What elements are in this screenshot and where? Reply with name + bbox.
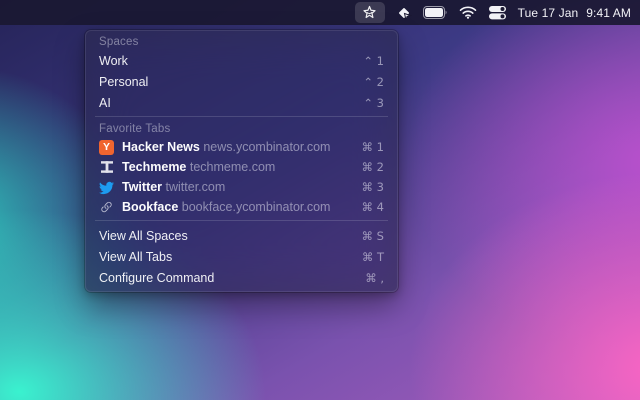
menu-item-space-work[interactable]: Work ⌃ 1 xyxy=(85,50,398,71)
tab-name: Hacker News xyxy=(122,140,200,154)
arc-menubar-button[interactable] xyxy=(355,2,385,23)
menubar-date[interactable]: Tue 17 Jan xyxy=(518,6,579,20)
shortcut-hint: ⌃ 2 xyxy=(363,75,384,89)
menu-item-view-all-spaces[interactable]: View All Spaces ⌘ S xyxy=(85,225,398,246)
tab-name: Twitter xyxy=(122,180,162,194)
action-label: Configure Command xyxy=(99,271,365,285)
action-label: View All Spaces xyxy=(99,229,362,243)
control-center-icon[interactable] xyxy=(488,5,507,20)
shortcut-hint: ⌘ T xyxy=(362,250,384,264)
menu-item-tab-twitter[interactable]: Twitter twitter.com ⌘ 3 xyxy=(85,177,398,197)
menu-item-view-all-tabs[interactable]: View All Tabs ⌘ T xyxy=(85,246,398,267)
techmeme-favicon xyxy=(99,160,114,175)
space-label: Work xyxy=(99,54,363,68)
menu-item-tab-techmeme[interactable]: Techmeme techmeme.com ⌘ 2 xyxy=(85,157,398,177)
tab-name: Bookface xyxy=(122,200,178,214)
hacker-news-favicon: Y xyxy=(99,140,114,155)
wifi-icon[interactable] xyxy=(459,6,477,19)
menu-item-space-personal[interactable]: Personal ⌃ 2 xyxy=(85,71,398,92)
shortcut-hint: ⌃ 1 xyxy=(363,54,384,68)
space-label: AI xyxy=(99,96,363,110)
shortcut-hint: ⌘ 2 xyxy=(362,160,384,174)
shortcut-hint: ⌘ , xyxy=(365,271,384,285)
tab-domain: twitter.com xyxy=(166,180,226,194)
spaces-section-header: Spaces xyxy=(85,34,398,50)
action-label: View All Tabs xyxy=(99,250,362,264)
shortcut-hint: ⌘ 1 xyxy=(362,140,384,154)
color-picker-menubar-icon[interactable] xyxy=(396,5,412,21)
menu-divider xyxy=(95,220,388,221)
shortcut-hint: ⌘ 4 xyxy=(362,200,384,214)
shortcut-hint: ⌘ 3 xyxy=(362,180,384,194)
space-label: Personal xyxy=(99,75,363,89)
menubar-clock[interactable]: 9:41 AM xyxy=(586,6,631,20)
menu-item-tab-bookface[interactable]: Bookface bookface.ycombinator.com ⌘ 4 xyxy=(85,197,398,217)
arc-sparkle-icon xyxy=(362,5,377,20)
shortcut-hint: ⌃ 3 xyxy=(363,96,384,110)
arc-command-dropdown: Spaces Work ⌃ 1 Personal ⌃ 2 AI ⌃ 3 Favo… xyxy=(85,30,398,292)
menu-item-space-ai[interactable]: AI ⌃ 3 xyxy=(85,92,398,113)
tab-domain: techmeme.com xyxy=(190,160,275,174)
battery-icon[interactable] xyxy=(423,6,448,19)
link-icon xyxy=(99,200,114,215)
menu-item-tab-hacker-news[interactable]: Y Hacker News news.ycombinator.com ⌘ 1 xyxy=(85,137,398,157)
tab-domain: bookface.ycombinator.com xyxy=(182,200,331,214)
menu-bar: Tue 17 Jan 9:41 AM xyxy=(0,0,640,25)
menu-divider xyxy=(95,116,388,117)
tab-domain: news.ycombinator.com xyxy=(203,140,330,154)
menu-item-configure-command[interactable]: Configure Command ⌘ , xyxy=(85,267,398,288)
shortcut-hint: ⌘ S xyxy=(362,229,384,243)
tab-name: Techmeme xyxy=(122,160,186,174)
twitter-favicon xyxy=(99,180,114,195)
favorite-tabs-section-header: Favorite Tabs xyxy=(85,121,398,137)
